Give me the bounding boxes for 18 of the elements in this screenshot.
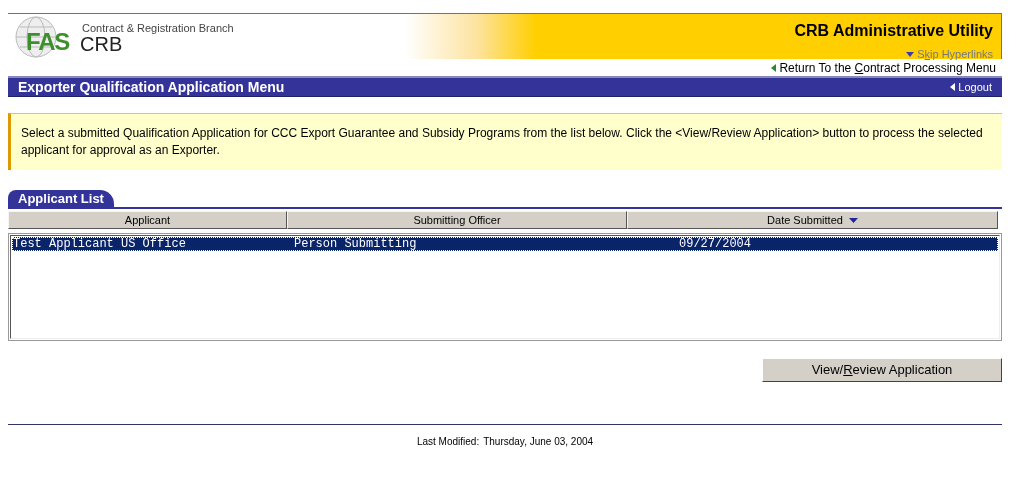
column-header[interactable]: Applicant	[8, 211, 287, 229]
branch-name: Contract & Registration Branch	[82, 21, 234, 36]
triangle-icon	[771, 63, 777, 72]
list-row[interactable]: Test Applicant US Office Person Submitting 09/27/2004	[12, 237, 998, 251]
last-modified-label: Last Modified:	[416, 435, 480, 449]
list-tab[interactable]: Applicant List	[8, 190, 114, 207]
column-header[interactable]: Submitting Officer	[287, 211, 627, 229]
logo-mark: FAS	[26, 30, 70, 54]
app-title: CRB Administrative Utility	[794, 21, 993, 41]
caret-icon	[906, 51, 915, 57]
logout-link[interactable]: Logout	[950, 78, 992, 96]
menu-title: Exporter Qualification Application Menu	[18, 77, 285, 97]
instructions: Select a submitted Qualification Application for CCC Export Guarantee and Subsidy Programs from the list below. Click the <View/Review Application> button to process the selected applicant for approval as an Exporter.	[21, 125, 984, 159]
triangle-icon	[950, 83, 956, 91]
logo-text: CRB	[80, 34, 123, 54]
column-header[interactable]: Date Submitted	[627, 211, 998, 229]
last-modified-date: Thursday, June 03, 2004	[483, 435, 594, 449]
view-review-button[interactable]: View/Review Application	[762, 358, 1002, 382]
